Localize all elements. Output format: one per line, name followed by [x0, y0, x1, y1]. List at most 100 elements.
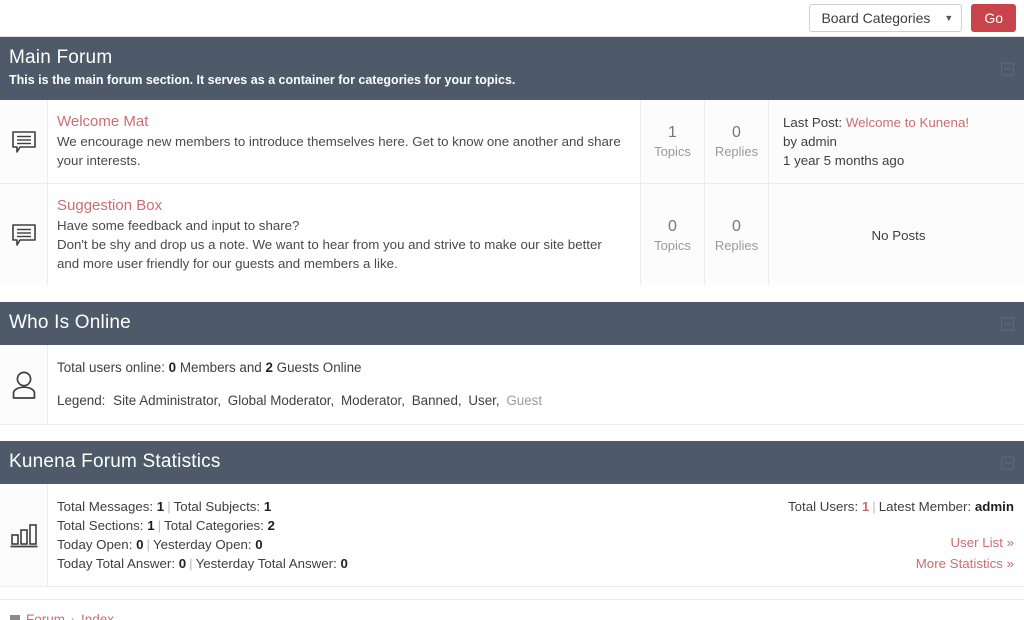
- statistics-header: Kunena Forum Statistics: [0, 441, 1024, 484]
- replies-label: Replies: [714, 237, 759, 253]
- stat-value: 0: [178, 556, 187, 571]
- stat-value: 1: [263, 499, 272, 514]
- online-icon-cell: [0, 345, 48, 424]
- main-forum-title: Main Forum: [9, 47, 113, 68]
- category-icon-cell: [0, 100, 48, 183]
- breadcrumb-forum-link[interactable]: Forum: [26, 612, 65, 620]
- stat-value: 1: [147, 518, 155, 533]
- statistics-content: Total Messages: 1 | Total Subjects: 1 Tota…: [48, 484, 1024, 586]
- stats-line: Today Total Answer: 0 | Yesterday Total An…: [57, 556, 348, 571]
- topics-label: Topics: [654, 237, 691, 253]
- stat-value: 0: [255, 537, 263, 552]
- statistics-left-column: Total Messages: 1 | Total Subjects: 1 Tota…: [48, 484, 724, 586]
- stat-label: Total Messages:: [57, 499, 154, 514]
- statistics-panel: Kunena Forum Statistics Total Messages: …: [0, 441, 1024, 587]
- top-toolbar: Board Categories ▼ Go: [0, 0, 1024, 37]
- stats-line: Today Open: 0 | Yesterday Open: 0: [57, 537, 263, 552]
- collapse-icon[interactable]: [1001, 317, 1014, 330]
- board-categories-select-value: Board Categories: [821, 10, 931, 26]
- stat-value: 0: [340, 556, 348, 571]
- statistics-body: Total Messages: 1 | Total Subjects: 1 Tota…: [0, 484, 1024, 587]
- chevron-down-icon: ▼: [944, 12, 954, 23]
- board-categories-select[interactable]: Board Categories ▼: [809, 4, 963, 32]
- collapse-icon[interactable]: [1001, 62, 1014, 75]
- statistics-right-column: Total Users: 1 | Latest Member: admin User…: [724, 484, 1024, 586]
- category-description: We encourage new members to introduce th…: [57, 134, 621, 168]
- stat-label: Today Total Answer:: [57, 556, 176, 571]
- last-post-cell: No Posts: [768, 184, 1024, 286]
- stat-label: Total Subjects:: [173, 499, 261, 514]
- main-forum-description: This is the main forum section. It serve…: [9, 73, 516, 87]
- stat-label: Total Sections:: [57, 518, 144, 533]
- category-info-cell: Welcome Mat We encourage new members to …: [48, 100, 640, 183]
- legend-item-user: User,: [468, 393, 500, 408]
- replies-count: 0: [732, 124, 741, 141]
- speech-bubble-icon: [11, 223, 37, 247]
- legend-item-site-administrator: Site Administrator,: [113, 393, 222, 408]
- last-post-line: Last Post: Welcome to Kunena!: [783, 113, 1014, 132]
- who-is-online-title: Who Is Online: [9, 312, 131, 333]
- category-info-cell: Suggestion Box Have some feedback and in…: [48, 184, 640, 286]
- replies-label: Replies: [714, 144, 759, 159]
- guests-label: Guests Online: [276, 360, 362, 375]
- category-icon-cell: [0, 184, 48, 286]
- category-link[interactable]: Welcome Mat: [57, 112, 148, 131]
- topics-count-cell: 1 Topics: [640, 100, 704, 183]
- legend-item-guest: Guest: [506, 393, 543, 408]
- who-is-online-header: Who Is Online: [0, 302, 1024, 345]
- no-posts-label: No Posts: [871, 227, 926, 243]
- legend-item-global-moderator: Global Moderator,: [227, 393, 335, 408]
- stats-line: Total Sections: 1 | Total Categories: 2: [57, 518, 275, 533]
- bar-chart-icon: [9, 521, 39, 549]
- guests-count: 2: [265, 360, 273, 375]
- total-users-online-line: Total users online: 0 Members and 2 Gues…: [57, 358, 1010, 378]
- table-row: Welcome Mat We encourage new members to …: [0, 100, 1024, 184]
- go-button[interactable]: Go: [971, 4, 1016, 32]
- forum-index-page: Board Categories ▼ Go Main Forum This is…: [0, 0, 1024, 620]
- total-online-prefix: Total users online:: [57, 360, 165, 375]
- stat-value: 0: [136, 537, 144, 552]
- legend-label: Legend:: [57, 393, 106, 408]
- more-statistics-link[interactable]: More Statistics »: [724, 554, 1014, 573]
- legend-item-banned: Banned,: [411, 393, 462, 408]
- who-is-online-panel: Who Is Online Total users online: 0 Memb…: [0, 302, 1024, 425]
- speech-bubble-icon: [11, 130, 37, 154]
- topics-count-cell: 0 Topics: [640, 184, 704, 286]
- total-users-line: Total Users: 1 | Latest Member: admin: [787, 499, 1014, 514]
- stat-value: 2: [267, 518, 275, 533]
- panel-spacer: [0, 587, 1024, 599]
- category-description: Have some feedback and input to share? D…: [57, 218, 602, 271]
- panel-spacer: [0, 286, 1024, 302]
- replies-count-cell: 0 Replies: [704, 184, 768, 286]
- stats-line: Total Messages: 1 | Total Subjects: 1: [57, 499, 272, 514]
- total-users-label: Total Users:: [787, 499, 859, 514]
- stat-label: Today Open:: [57, 537, 133, 552]
- panel-spacer: [0, 425, 1024, 441]
- statistics-title: Kunena Forum Statistics: [9, 451, 221, 472]
- user-list-link[interactable]: User List »: [724, 533, 1014, 552]
- last-post-author: by admin: [783, 134, 837, 149]
- replies-count-cell: 0 Replies: [704, 100, 768, 183]
- collapse-icon[interactable]: [1001, 456, 1014, 469]
- topics-count: 0: [668, 217, 677, 235]
- main-forum-header: Main Forum This is the main forum sectio…: [0, 37, 1024, 100]
- breadcrumb-separator: ›: [71, 612, 76, 620]
- stat-label: Yesterday Open:: [152, 537, 252, 552]
- last-post-cell: Last Post: Welcome to Kunena! by admin 1…: [768, 100, 1024, 183]
- main-forum-panel: Main Forum This is the main forum sectio…: [0, 37, 1024, 286]
- breadcrumb-index-link[interactable]: Index: [81, 612, 114, 620]
- topics-count: 1: [668, 124, 677, 141]
- replies-count: 0: [732, 217, 741, 235]
- latest-member-label: Latest Member:: [878, 499, 972, 514]
- latest-member-value: admin: [974, 499, 1014, 514]
- stat-label: Yesterday Total Answer:: [195, 556, 337, 571]
- members-label: Members and: [179, 360, 262, 375]
- breadcrumb: Forum › Index: [0, 599, 1024, 620]
- online-info: Total users online: 0 Members and 2 Gues…: [48, 345, 1024, 424]
- last-post-link[interactable]: Welcome to Kunena!: [846, 115, 969, 130]
- category-link[interactable]: Suggestion Box: [57, 196, 162, 215]
- topics-label: Topics: [654, 144, 691, 159]
- user-icon: [10, 370, 38, 400]
- members-count: 0: [168, 360, 177, 375]
- who-is-online-body: Total users online: 0 Members and 2 Gues…: [0, 345, 1024, 425]
